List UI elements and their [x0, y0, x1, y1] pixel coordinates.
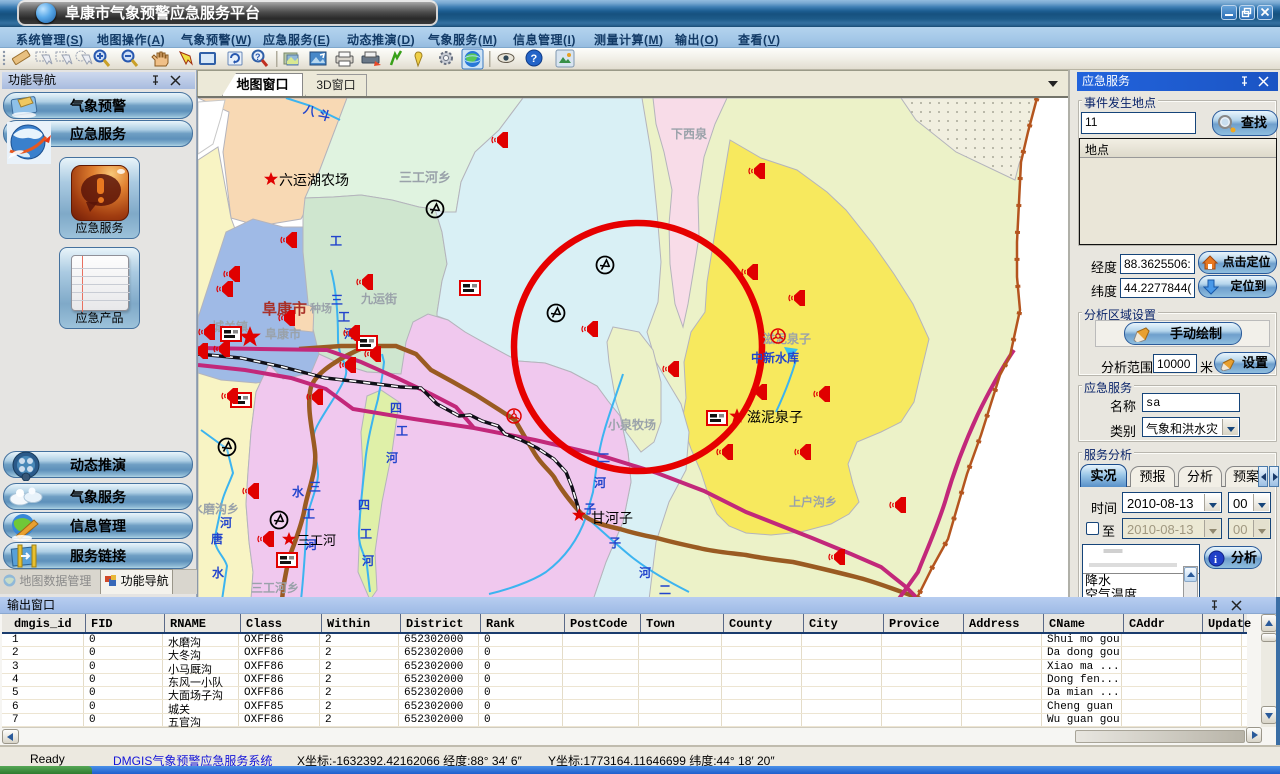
svg-text:小泉牧场: 小泉牧场 — [608, 417, 656, 432]
svg-text:?: ? — [531, 53, 538, 65]
svg-text:河: 河 — [593, 475, 606, 490]
svg-text:唐: 唐 — [211, 531, 223, 546]
svg-text:种场: 种场 — [309, 301, 332, 315]
svg-text:i: i — [1214, 554, 1217, 566]
svg-text:三工河乡: 三工河乡 — [399, 170, 451, 185]
svg-text:河: 河 — [361, 553, 374, 568]
svg-text:上户沟乡: 上户沟乡 — [789, 494, 837, 509]
svg-text:工: 工 — [360, 527, 372, 541]
svg-text:水: 水 — [212, 565, 225, 580]
svg-text:工: 工 — [338, 310, 350, 324]
svg-text:四: 四 — [390, 401, 402, 415]
svg-text:河: 河 — [385, 450, 398, 465]
svg-text:滋泥泉子: 滋泥泉子 — [763, 331, 811, 346]
svg-text:甘河子: 甘河子 — [591, 510, 633, 526]
svg-text:工: 工 — [303, 507, 315, 521]
svg-text:阜康市: 阜康市 — [265, 326, 301, 341]
svg-text:下西泉: 下西泉 — [671, 126, 708, 141]
svg-text:二: 二 — [598, 451, 610, 465]
svg-text:工: 工 — [396, 424, 408, 438]
svg-text:河: 河 — [638, 565, 651, 580]
svg-text:三工河乡: 三工河乡 — [251, 580, 299, 595]
svg-text:水磨沟乡: 水磨沟乡 — [198, 501, 239, 516]
svg-text:六运湖农场: 六运湖农场 — [279, 172, 349, 188]
svg-text:滋泥泉子: 滋泥泉子 — [747, 409, 803, 425]
svg-text:?: ? — [255, 52, 261, 62]
svg-text:中新水库: 中新水库 — [751, 350, 799, 365]
svg-text:河: 河 — [219, 515, 232, 530]
svg-text:子: 子 — [609, 536, 621, 550]
svg-text:九运街: 九运街 — [360, 291, 397, 306]
svg-text:三工河: 三工河 — [297, 533, 336, 548]
svg-text:工: 工 — [330, 234, 342, 248]
svg-text:二: 二 — [659, 583, 671, 597]
svg-text:三: 三 — [331, 293, 343, 307]
svg-text:四: 四 — [358, 498, 370, 512]
svg-text:三: 三 — [309, 480, 321, 494]
svg-text:水: 水 — [292, 484, 305, 499]
